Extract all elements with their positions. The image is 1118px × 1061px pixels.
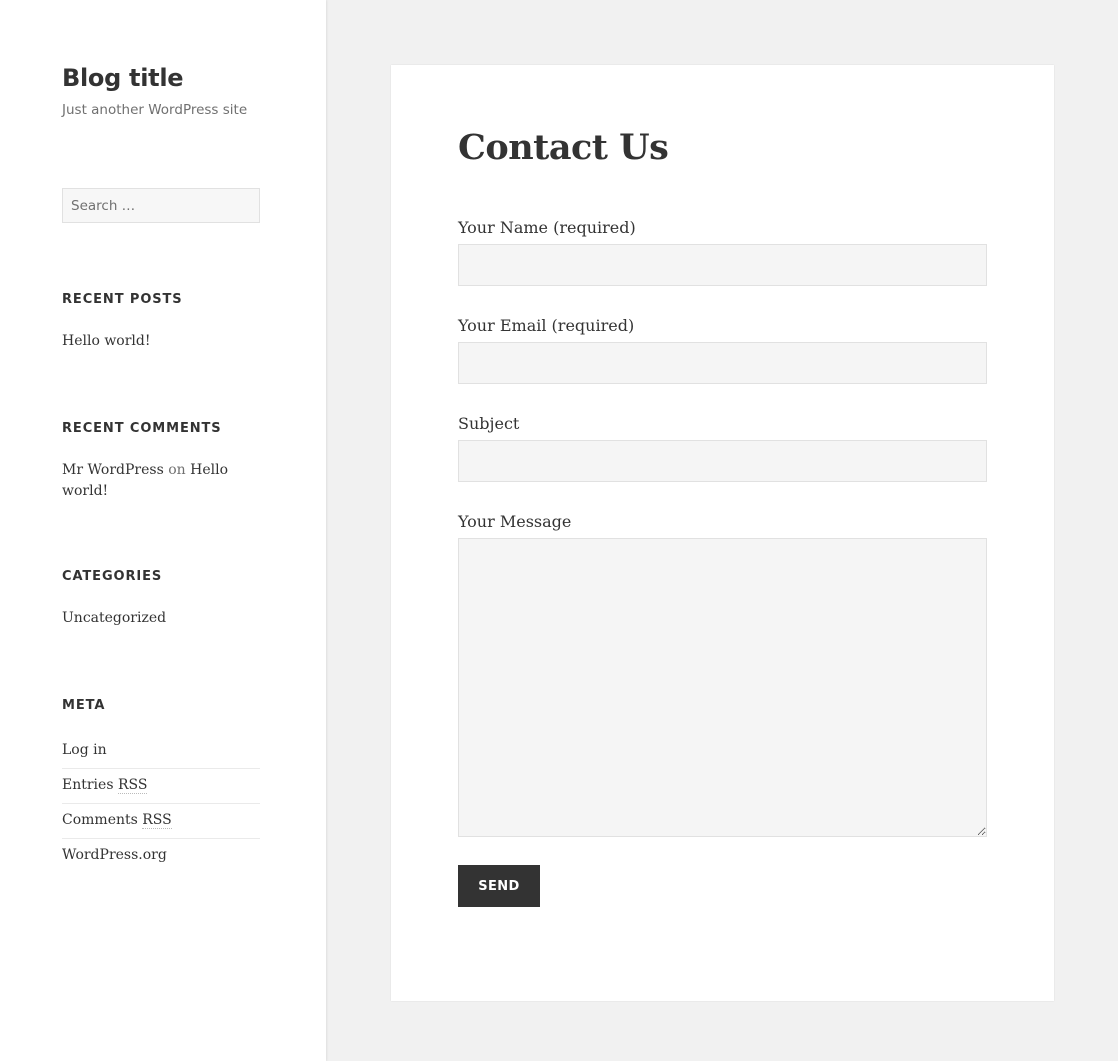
email-field[interactable]: [458, 342, 987, 384]
categories-heading: CATEGORIES: [62, 569, 163, 584]
email-label: Your Email (required): [458, 316, 635, 335]
subject-field[interactable]: [458, 440, 987, 482]
recent-comment-item: Mr WordPress on Hello world!: [62, 460, 260, 502]
meta-heading: META: [62, 698, 106, 713]
meta-item-entries-rss: Entries RSS: [62, 769, 260, 804]
recent-post-link[interactable]: Hello world!: [62, 331, 151, 352]
recent-posts-heading: RECENT POSTS: [62, 292, 183, 307]
meta-item-comments-rss: Comments RSS: [62, 804, 260, 839]
sidebar: Blog title Just another WordPress site R…: [0, 0, 326, 1061]
comment-author-link[interactable]: Mr WordPress: [62, 462, 164, 478]
wordpress-org-link[interactable]: WordPress.org: [62, 847, 167, 863]
comment-connector: on: [168, 462, 186, 478]
content-card: Contact Us Your Name (required) Your Ema…: [391, 65, 1054, 1001]
subject-label: Subject: [458, 414, 520, 433]
send-button[interactable]: SEND: [458, 865, 540, 907]
meta-list: Log in Entries RSS Comments RSS WordPres…: [62, 734, 260, 874]
meta-item-login: Log in: [62, 734, 260, 769]
category-link-uncategorized[interactable]: Uncategorized: [62, 608, 166, 629]
name-label: Your Name (required): [458, 218, 636, 237]
page-title: Contact Us: [458, 127, 669, 168]
login-link[interactable]: Log in: [62, 742, 107, 758]
name-field[interactable]: [458, 244, 987, 286]
entries-rss-link[interactable]: Entries RSS: [62, 777, 148, 794]
comments-rss-link[interactable]: Comments RSS: [62, 812, 172, 829]
site-description: Just another WordPress site: [62, 102, 248, 118]
search-input[interactable]: [62, 188, 260, 223]
meta-item-wordpress-org: WordPress.org: [62, 839, 260, 874]
site-title-link[interactable]: Blog title: [62, 64, 184, 92]
message-textarea[interactable]: [458, 538, 987, 837]
message-label: Your Message: [458, 512, 572, 531]
recent-comments-heading: RECENT COMMENTS: [62, 421, 222, 436]
